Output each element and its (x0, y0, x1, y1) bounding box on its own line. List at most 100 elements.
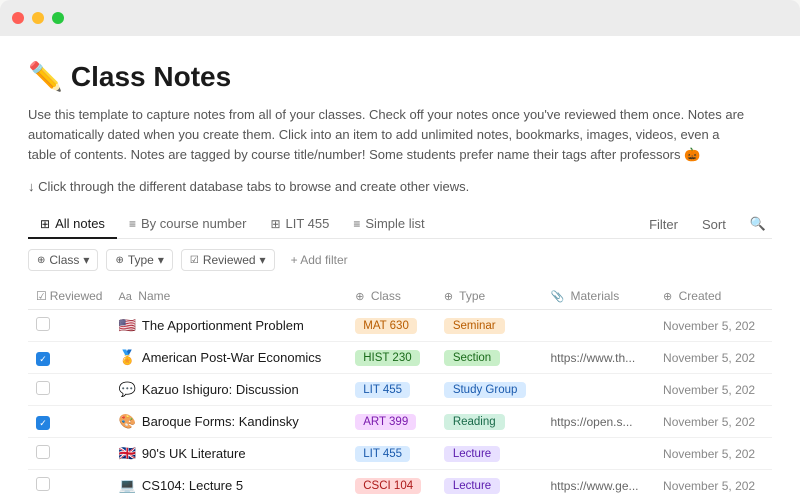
reviewed-filter-chip[interactable]: ☑ Reviewed ▾ (181, 249, 275, 271)
type-badge: Study Group (444, 382, 527, 398)
col-type-icon: ⊕ (444, 291, 453, 303)
search-icon[interactable]: 🔍 (744, 212, 772, 236)
reviewed-filter-icon: ☑ (190, 255, 199, 266)
created-date: November 5, 202 (663, 415, 755, 429)
col-reviewed-icon: ☑ (36, 289, 47, 303)
page-title-row: ✏️ Class Notes (28, 60, 772, 93)
close-button[interactable] (12, 12, 24, 24)
page-title: Class Notes (71, 61, 231, 93)
sort-button[interactable]: Sort (696, 213, 732, 236)
reviewed-checkbox[interactable]: ✓ (36, 416, 50, 430)
reviewed-checkbox[interactable] (36, 477, 50, 491)
name-cell[interactable]: 🇺🇸 The Apportionment Problem (110, 310, 347, 342)
materials-cell (542, 310, 655, 342)
name-cell[interactable]: 🎨 Baroque Forms: Kandinsky (110, 406, 347, 438)
type-badge: Seminar (444, 318, 505, 334)
add-filter-button[interactable]: + Add filter (283, 250, 356, 270)
name-cell[interactable]: 🏅 American Post-War Economics (110, 342, 347, 374)
col-created-icon: ⊕ (663, 291, 672, 303)
row-name: 90's UK Literature (142, 446, 246, 461)
class-badge: LIT 455 (355, 446, 410, 462)
row-emoji: 🎨 (118, 413, 135, 430)
col-created-label: Created (679, 289, 722, 303)
materials-link[interactable]: https://www.ge... (550, 479, 647, 493)
tab-all-notes[interactable]: ⊞ All notes (28, 210, 117, 239)
created-cell: November 5, 202 (655, 342, 772, 374)
col-name: Aa Name (110, 283, 347, 310)
type-filter-chip[interactable]: ⊕ Type ▾ (106, 249, 172, 271)
class-filter-label: Class (49, 253, 79, 267)
type-cell: Reading (436, 406, 543, 438)
table-row[interactable]: 🇬🇧 90's UK Literature LIT 455LectureNove… (28, 438, 772, 470)
notes-table: ☑ Reviewed Aa Name ⊕ Class ⊕ Type � (28, 283, 772, 500)
reviewed-filter-chevron: ▾ (260, 253, 266, 267)
class-badge: CSCI 104 (355, 478, 421, 494)
filter-bar: ⊕ Class ▾ ⊕ Type ▾ ☑ Reviewed ▾ + Add fi… (28, 249, 772, 271)
main-content: ✏️ Class Notes Use this template to capt… (0, 36, 800, 500)
tab-actions: Filter Sort 🔍 (643, 212, 772, 236)
created-date: November 5, 202 (663, 447, 755, 461)
class-filter-chip[interactable]: ⊕ Class ▾ (28, 249, 98, 271)
created-cell: November 5, 202 (655, 310, 772, 342)
type-cell: Section (436, 342, 543, 374)
materials-link[interactable]: https://www.th... (550, 351, 647, 365)
reviewed-checkbox[interactable] (36, 381, 50, 395)
row-name: The Apportionment Problem (142, 318, 304, 333)
reviewed-cell[interactable] (28, 470, 110, 500)
table-row[interactable]: ✓ 🎨 Baroque Forms: Kandinsky ART 399 Read… (28, 406, 772, 438)
created-date: November 5, 202 (663, 383, 755, 397)
col-name-icon: Aa (118, 291, 131, 303)
name-cell[interactable]: 🇬🇧 90's UK Literature (110, 438, 347, 470)
class-cell: CSCI 104 (347, 470, 436, 500)
table-row[interactable]: 💻 CS104: Lecture 5 CSCI 104Lecturehttps:… (28, 470, 772, 500)
table-row[interactable]: ✓ 🏅 American Post-War Economics HIST 230… (28, 342, 772, 374)
col-reviewed: ☑ Reviewed (28, 283, 110, 310)
type-filter-chevron: ▾ (158, 253, 164, 267)
reviewed-checkbox[interactable] (36, 445, 50, 459)
class-cell: HIST 230 (347, 342, 436, 374)
class-cell: LIT 455 (347, 438, 436, 470)
row-name: Kazuo Ishiguro: Discussion (142, 382, 299, 397)
class-badge: ART 399 (355, 414, 416, 430)
col-type: ⊕ Type (436, 283, 543, 310)
name-cell[interactable]: 💻 CS104: Lecture 5 (110, 470, 347, 500)
row-emoji: 🇬🇧 (118, 445, 135, 462)
type-cell: Study Group (436, 374, 543, 406)
filter-button[interactable]: Filter (643, 213, 684, 236)
tab-simple-list[interactable]: ≡ Simple list (341, 210, 436, 239)
materials-cell (542, 374, 655, 406)
table-row[interactable]: 🇺🇸 The Apportionment Problem MAT 630 Semi… (28, 310, 772, 342)
materials-cell: https://open.s... (542, 406, 655, 438)
tab-all-notes-icon: ⊞ (40, 217, 50, 231)
materials-cell: https://www.th... (542, 342, 655, 374)
tab-lit455-icon: ⊞ (270, 217, 280, 231)
class-badge: LIT 455 (355, 382, 410, 398)
minimize-button[interactable] (32, 12, 44, 24)
row-emoji: 💬 (118, 381, 135, 398)
class-cell: MAT 630 (347, 310, 436, 342)
materials-link[interactable]: https://open.s... (550, 415, 647, 429)
class-badge: HIST 230 (355, 350, 419, 366)
class-badge: MAT 630 (355, 318, 417, 334)
materials-cell (542, 438, 655, 470)
class-filter-chevron: ▾ (83, 253, 89, 267)
maximize-button[interactable] (52, 12, 64, 24)
tab-simple-list-icon: ≡ (353, 217, 360, 231)
tab-lit455[interactable]: ⊞ LIT 455 (258, 210, 341, 239)
table-row[interactable]: 💬 Kazuo Ishiguro: Discussion LIT 455 Stud… (28, 374, 772, 406)
col-reviewed-label: Reviewed (50, 289, 103, 303)
reviewed-cell[interactable] (28, 310, 110, 342)
reviewed-cell[interactable]: ✓ (28, 342, 110, 374)
col-materials-label: Materials (571, 289, 620, 303)
col-created: ⊕ Created (655, 283, 772, 310)
reviewed-cell[interactable] (28, 374, 110, 406)
reviewed-cell[interactable]: ✓ (28, 406, 110, 438)
reviewed-checkbox[interactable] (36, 317, 50, 331)
reviewed-cell[interactable] (28, 438, 110, 470)
created-cell: November 5, 202 (655, 470, 772, 500)
row-emoji: 💻 (118, 477, 135, 494)
row-emoji: 🇺🇸 (118, 317, 135, 334)
reviewed-checkbox[interactable]: ✓ (36, 352, 50, 366)
tab-by-course[interactable]: ≡ By course number (117, 210, 259, 239)
name-cell[interactable]: 💬 Kazuo Ishiguro: Discussion (110, 374, 347, 406)
